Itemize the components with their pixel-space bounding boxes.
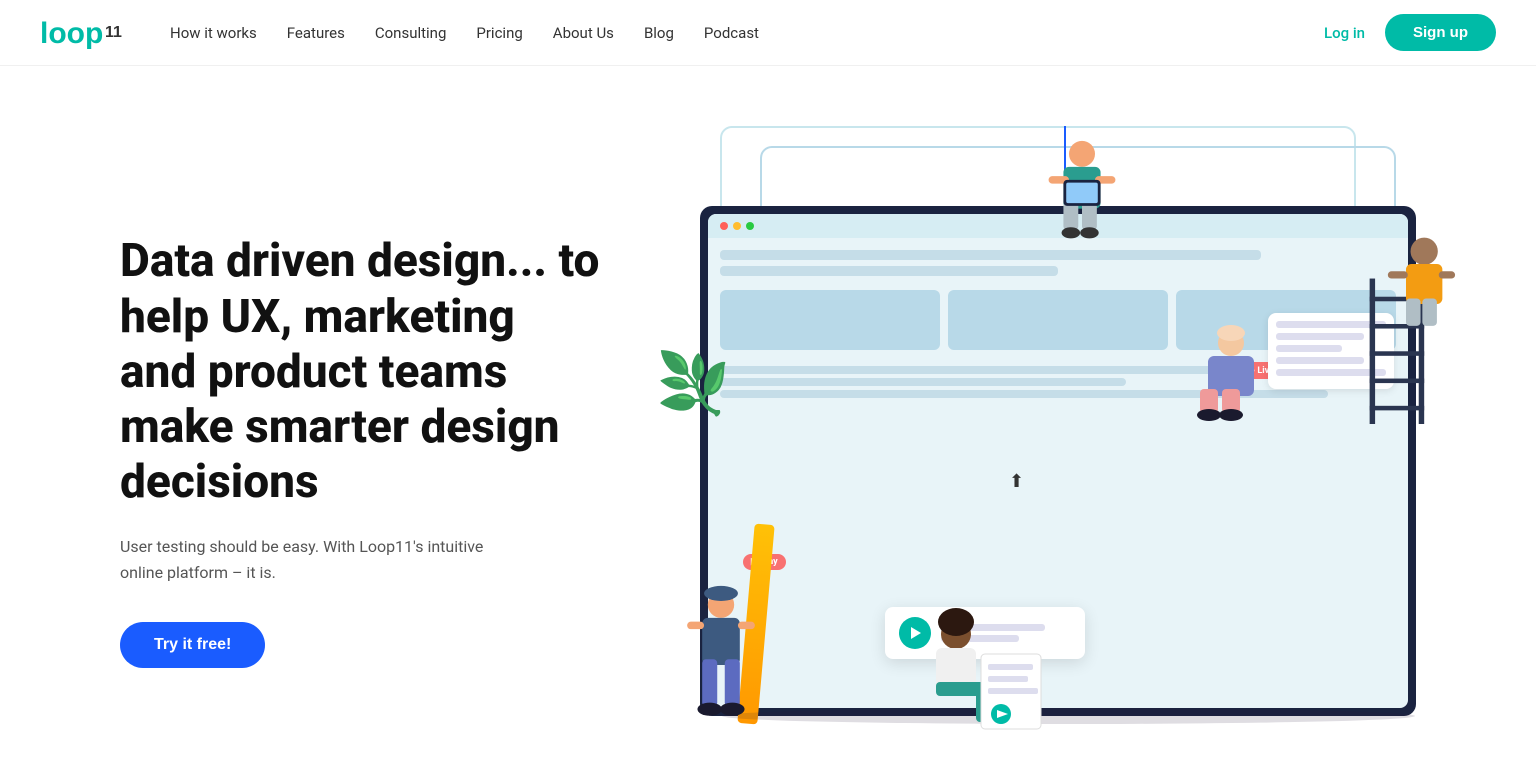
person-sitting-top: [1032, 126, 1132, 256]
rp-l4: [1276, 357, 1364, 364]
person-sitting-right: [1186, 321, 1276, 431]
nav-podcast[interactable]: Podcast: [704, 24, 759, 42]
dot-green: [746, 222, 754, 230]
hero-title: Data driven design... to help UX, market…: [120, 234, 600, 510]
content-line-2: [720, 266, 1058, 276]
cl-2: [720, 378, 1126, 386]
nav-consulting[interactable]: Consulting: [375, 24, 447, 42]
nav-how-it-works[interactable]: How it works: [170, 24, 257, 42]
svg-text:11: 11: [105, 24, 122, 41]
nav-links: How it works Features Consulting Pricing…: [170, 24, 1324, 42]
hero-illustration: ⬆ ● Live ▶ Play: [640, 126, 1456, 776]
grid-card-2: [948, 290, 1168, 350]
cl-1: [720, 366, 1261, 374]
nav-right: Log in Sign up: [1324, 14, 1496, 51]
logo[interactable]: loop 11: [40, 15, 130, 51]
navbar: loop 11 How it works Features Consulting…: [0, 0, 1536, 66]
ground-shadow: [722, 708, 1416, 724]
nav-about-us[interactable]: About Us: [553, 24, 614, 42]
grid-card-1: [720, 290, 940, 350]
nav-blog[interactable]: Blog: [644, 24, 674, 42]
hero-section: Data driven design... to help UX, market…: [0, 66, 1536, 776]
person-ladder-right: [1356, 224, 1456, 424]
nav-pricing[interactable]: Pricing: [476, 24, 522, 42]
plant-decoration: 🌿: [656, 348, 731, 419]
person-floor: [926, 604, 1046, 744]
dot-yellow: [733, 222, 741, 230]
login-link[interactable]: Log in: [1324, 24, 1365, 42]
svg-text:loop: loop: [40, 17, 103, 50]
cursor-icon: ⬆: [1009, 471, 1024, 492]
nav-features[interactable]: Features: [287, 24, 345, 42]
hero-left: Data driven design... to help UX, market…: [120, 234, 600, 667]
rp-l3: [1276, 345, 1342, 352]
content-line-1: [720, 250, 1261, 260]
rp-l2: [1276, 333, 1364, 340]
try-free-button[interactable]: Try it free!: [120, 622, 265, 668]
signup-button[interactable]: Sign up: [1385, 14, 1496, 51]
dot-red: [720, 222, 728, 230]
person-standing-left: [681, 584, 761, 744]
hero-subtitle: User testing should be easy. With Loop11…: [120, 534, 500, 585]
